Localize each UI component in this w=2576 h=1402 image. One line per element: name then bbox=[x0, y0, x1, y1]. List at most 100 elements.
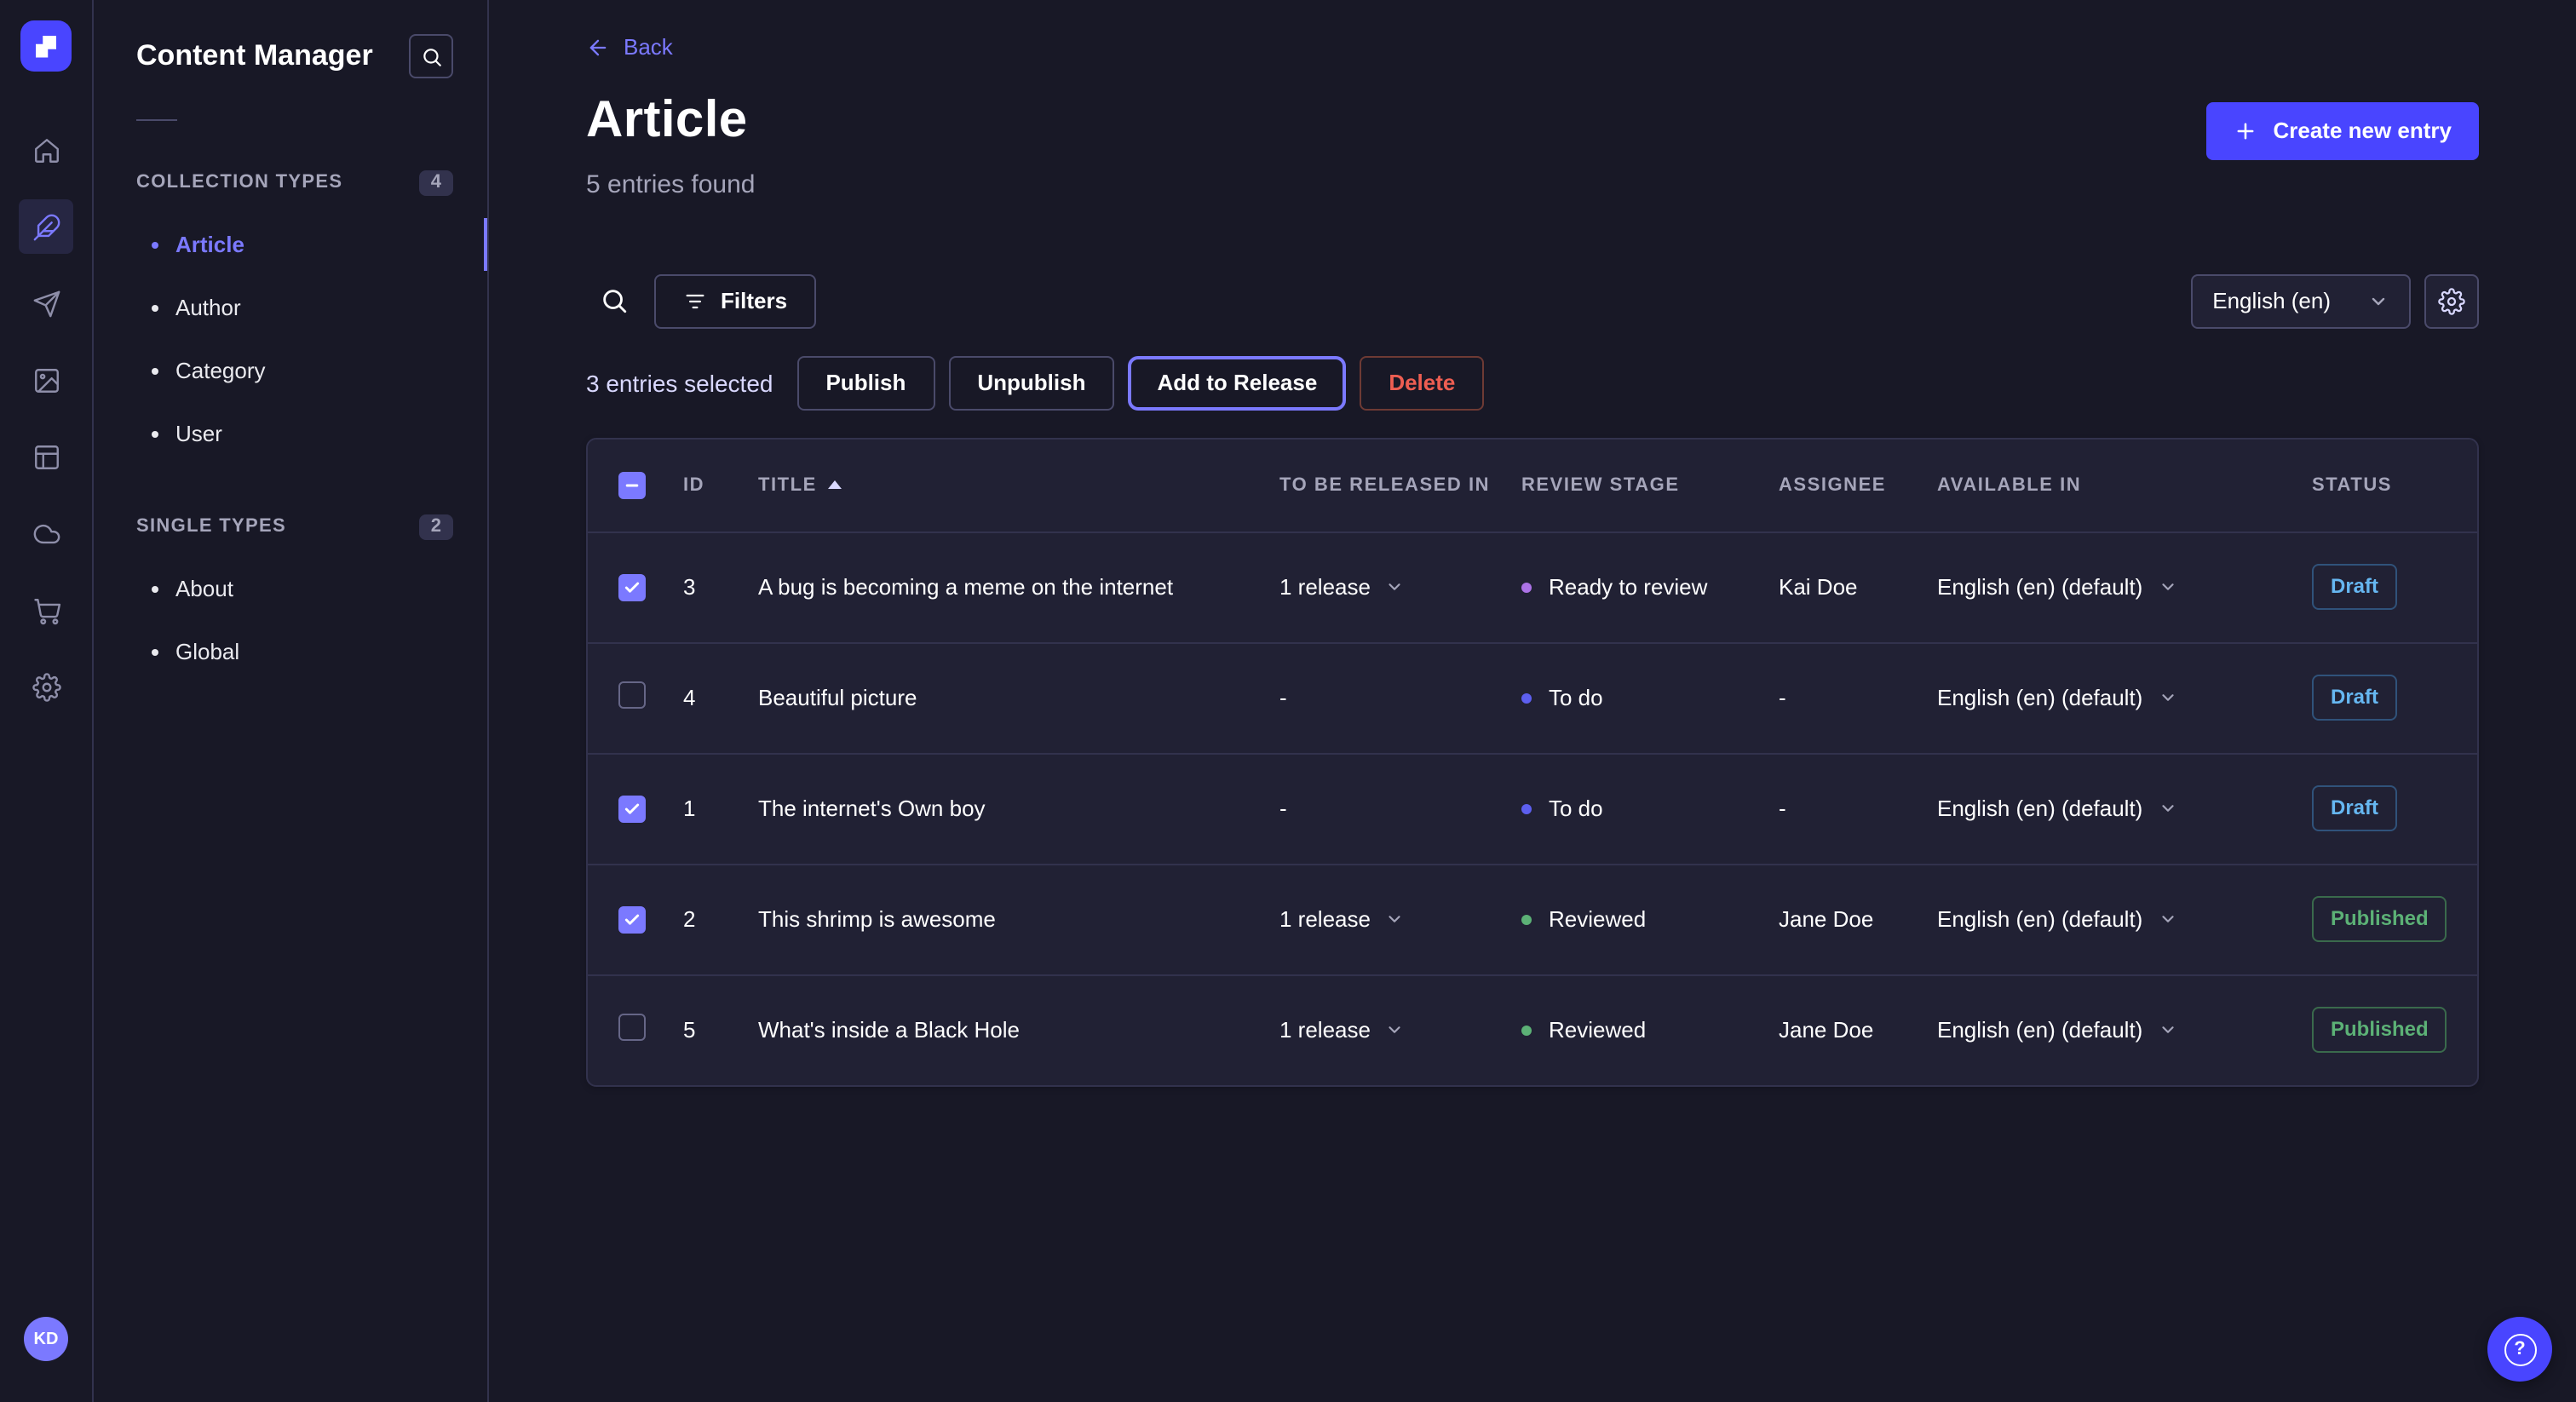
column-header-assignee[interactable]: ASSIGNEE bbox=[1779, 474, 1937, 495]
release-dropdown[interactable]: 1 release bbox=[1279, 574, 1521, 600]
filters-label: Filters bbox=[721, 288, 787, 313]
status-badge: Published bbox=[2312, 1008, 2447, 1053]
search-icon bbox=[420, 45, 442, 67]
sidebar-sections: COLLECTION TYPES4 ArticleAuthor Category Us… bbox=[94, 165, 487, 683]
table-row[interactable]: 5What's inside a Black Hole1 releaseRevi… bbox=[588, 974, 2477, 1084]
stage-dot-icon bbox=[1521, 692, 1532, 703]
entry-title: This shrimp is awesome bbox=[758, 906, 1279, 932]
row-checkbox[interactable] bbox=[618, 681, 646, 709]
chevron-down-icon bbox=[2158, 799, 2176, 818]
sidebar-item-article[interactable]: Article bbox=[94, 213, 487, 276]
review-stage: To do bbox=[1521, 685, 1779, 710]
locale-dropdown[interactable]: English (en) (default) bbox=[1937, 574, 2312, 600]
row-checkbox[interactable] bbox=[618, 905, 646, 933]
review-stage: Ready to review bbox=[1521, 574, 1779, 600]
status-badge: Draft bbox=[2312, 675, 2397, 721]
home-icon bbox=[32, 135, 60, 164]
sidebar-item-list: ArticleAuthor Category User bbox=[94, 213, 487, 465]
stage-dot-icon bbox=[1521, 1025, 1532, 1035]
assignee: - bbox=[1779, 685, 1937, 710]
back-label: Back bbox=[624, 34, 673, 60]
check-icon bbox=[624, 578, 641, 595]
locale-dropdown[interactable]: English (en) (default) bbox=[1937, 1017, 2312, 1043]
column-header-status[interactable]: STATUS bbox=[2312, 474, 2477, 495]
strapi-logo[interactable] bbox=[20, 20, 72, 72]
stage-dot-icon bbox=[1521, 582, 1532, 592]
content-type-builder-icon bbox=[32, 442, 60, 471]
entry-id: 4 bbox=[683, 685, 758, 710]
media-library-icon[interactable] bbox=[19, 353, 73, 407]
bullet-icon bbox=[152, 648, 158, 655]
table-row[interactable]: 1The internet's Own boy-To do-English (e… bbox=[588, 752, 2477, 863]
content-type-builder-icon[interactable] bbox=[19, 429, 73, 484]
releases-icon[interactable] bbox=[19, 276, 73, 330]
releases-icon bbox=[32, 289, 60, 318]
column-header-review-stage[interactable]: REVIEW STAGE bbox=[1521, 474, 1779, 495]
help-button[interactable]: ? bbox=[2487, 1317, 2552, 1382]
content-manager-icon[interactable] bbox=[19, 199, 73, 254]
review-stage: Reviewed bbox=[1521, 906, 1779, 932]
release-dropdown[interactable]: 1 release bbox=[1279, 1017, 1521, 1043]
user-avatar[interactable]: KD bbox=[24, 1317, 68, 1361]
column-header-release[interactable]: TO BE RELEASED IN bbox=[1279, 474, 1521, 495]
column-header-available-in[interactable]: AVAILABLE IN bbox=[1937, 474, 2312, 495]
bullet-icon bbox=[152, 430, 158, 437]
sidebar-item-label: Category bbox=[175, 358, 266, 383]
table-header-row: ID TITLE TO BE RELEASED IN REVIEW STAGE … bbox=[588, 439, 2477, 531]
section-label: SINGLE TYPES bbox=[136, 516, 286, 537]
sidebar-item-label: User bbox=[175, 421, 222, 446]
entry-id: 1 bbox=[683, 796, 758, 821]
row-checkbox[interactable] bbox=[618, 795, 646, 822]
table-row[interactable]: 3A bug is becoming a meme on the interne… bbox=[588, 531, 2477, 641]
deploy-icon[interactable] bbox=[19, 506, 73, 560]
view-settings-button[interactable] bbox=[2424, 273, 2479, 328]
sidebar-item-about[interactable]: About bbox=[94, 557, 487, 620]
content-manager-icon bbox=[32, 212, 60, 241]
locale-dropdown[interactable]: English (en) (default) bbox=[1937, 906, 2312, 932]
sidebar-item-user[interactable]: User bbox=[94, 402, 487, 465]
media-library-icon bbox=[32, 365, 60, 394]
search-icon bbox=[599, 286, 628, 315]
column-header-id[interactable]: ID bbox=[683, 474, 758, 495]
back-link[interactable]: Back bbox=[586, 34, 673, 60]
sidebar-search-button[interactable] bbox=[409, 34, 453, 78]
sidebar-item-global[interactable]: Global bbox=[94, 620, 487, 683]
locale-select[interactable]: English (en) bbox=[2190, 273, 2411, 328]
bullet-icon bbox=[152, 367, 158, 374]
indeterminate-dash-icon bbox=[624, 476, 641, 493]
filters-button[interactable]: Filters bbox=[654, 273, 816, 328]
locale-dropdown[interactable]: English (en) (default) bbox=[1937, 796, 2312, 821]
unpublish-button[interactable]: Unpublish bbox=[948, 355, 1114, 410]
select-all-checkbox[interactable] bbox=[618, 471, 646, 498]
section-header[interactable]: SINGLE TYPES2 bbox=[94, 509, 487, 543]
sidebar-item-author[interactable]: Author bbox=[94, 276, 487, 339]
create-entry-button[interactable]: Create new entry bbox=[2206, 101, 2479, 159]
gear-icon bbox=[2438, 287, 2465, 314]
marketplace-icon[interactable] bbox=[19, 583, 73, 637]
home-icon[interactable] bbox=[19, 123, 73, 177]
table-row[interactable]: 4Beautiful picture-To do-English (en) (d… bbox=[588, 641, 2477, 752]
column-header-title[interactable]: TITLE bbox=[758, 474, 1279, 495]
entry-id: 2 bbox=[683, 906, 758, 932]
table-row[interactable]: 2This shrimp is awesome1 releaseReviewed… bbox=[588, 863, 2477, 974]
search-button[interactable] bbox=[586, 273, 641, 328]
stage-dot-icon bbox=[1521, 803, 1532, 813]
entry-title: The internet's Own boy bbox=[758, 796, 1279, 821]
sidebar-item-category[interactable]: Category bbox=[94, 339, 487, 402]
question-mark-icon: ? bbox=[2504, 1333, 2536, 1365]
content-manager-sidebar: Content Manager COLLECTION TYPES4Article… bbox=[94, 0, 489, 1402]
release-dropdown[interactable]: 1 release bbox=[1279, 906, 1521, 932]
assignee: - bbox=[1779, 796, 1937, 821]
publish-button[interactable]: Publish bbox=[796, 355, 934, 410]
assignee: Kai Doe bbox=[1779, 574, 1937, 600]
assignee: Jane Doe bbox=[1779, 1017, 1937, 1043]
section-header[interactable]: COLLECTION TYPES4 bbox=[94, 165, 487, 199]
row-checkbox[interactable] bbox=[618, 573, 646, 600]
settings-icon[interactable] bbox=[19, 659, 73, 714]
delete-button[interactable]: Delete bbox=[1360, 355, 1484, 410]
add-to-release-button[interactable]: Add to Release bbox=[1128, 355, 1346, 410]
sidebar-item-label: About bbox=[175, 576, 233, 601]
table-body: 3A bug is becoming a meme on the interne… bbox=[588, 531, 2477, 1084]
locale-dropdown[interactable]: English (en) (default) bbox=[1937, 685, 2312, 710]
row-checkbox[interactable] bbox=[618, 1014, 646, 1041]
